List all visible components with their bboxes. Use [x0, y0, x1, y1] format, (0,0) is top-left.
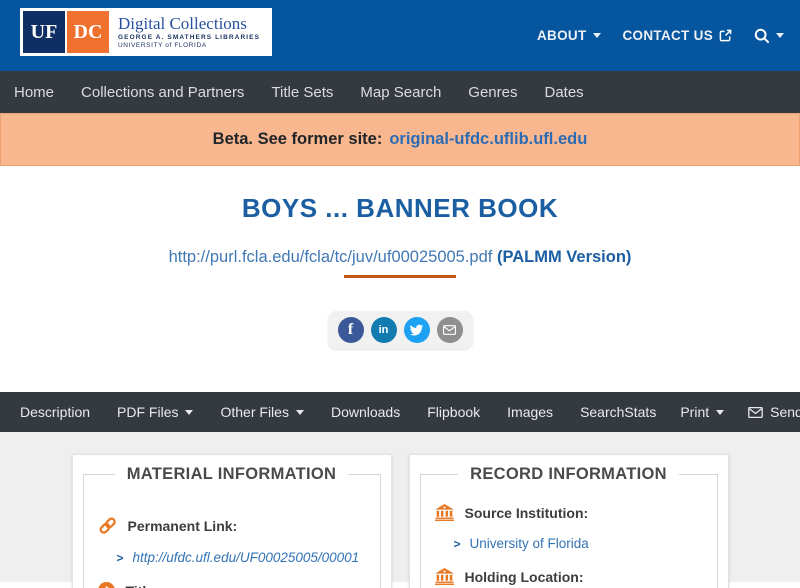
share-bar: f in	[327, 311, 473, 349]
site-header: UF DC Digital Collections GEORGE A. SMAT…	[0, 0, 800, 71]
contact-label: CONTACT US	[622, 28, 713, 43]
chevron-down-icon	[185, 409, 194, 415]
material-information-fieldset: MATERIAL INFORMATION Permanent Link: > h…	[82, 465, 381, 588]
toolbar-right-group: Stats Print Send	[624, 404, 800, 420]
facebook-icon: f	[347, 321, 354, 338]
record-information-fieldset: RECORD INFORMATION Source Institution: >…	[419, 465, 718, 588]
page-title: BOYS ... BANNER BOOK	[241, 193, 559, 223]
linkedin-icon: in	[378, 324, 389, 336]
material-information-title: MATERIAL INFORMATION	[126, 465, 337, 483]
nav-item-home[interactable]: Home	[14, 84, 54, 101]
pdf-purl-link-text: http://purl.fcla.edu/fcla/tc/juv/uf00025…	[168, 248, 493, 266]
record-information-title: RECORD INFORMATION	[470, 465, 667, 483]
holding-location-field: Holding Location:	[434, 568, 703, 585]
item-pdf-link-line: http://purl.fcla.edu/fcla/tc/juv/uf00025…	[0, 248, 800, 266]
tab-search[interactable]: Search	[580, 404, 624, 420]
tab-images[interactable]: Images	[507, 404, 553, 420]
external-link-icon	[719, 29, 732, 42]
chevron-right-bullet: >	[453, 536, 461, 551]
share-email-button[interactable]	[436, 317, 463, 343]
permanent-link-field: Permanent Link:	[98, 516, 366, 535]
source-institution-value[interactable]: University of Florida	[470, 536, 589, 551]
dc-logo-square: DC	[67, 11, 109, 53]
title-field-label: Title:	[126, 583, 159, 588]
nav-item-map-search[interactable]: Map Search	[360, 84, 441, 101]
chevron-down-icon	[776, 33, 784, 38]
nav-item-dates[interactable]: Dates	[544, 84, 583, 101]
nav-item-genres[interactable]: Genres	[468, 84, 517, 101]
arrow-circle-icon	[97, 582, 115, 588]
palmm-version-label: (PALMM Version)	[496, 248, 632, 266]
header-menu: ABOUT CONTACT US	[537, 0, 784, 71]
tab-images-label: Images	[507, 404, 554, 420]
title-underline	[344, 275, 456, 278]
tab-other-files-label: Other Files	[220, 404, 289, 420]
permanent-link-label: Permanent Link:	[127, 517, 238, 534]
print-button[interactable]: Print	[680, 404, 725, 420]
university-icon	[434, 568, 454, 585]
title-field: Title:	[97, 582, 366, 588]
send-label: Send	[770, 404, 800, 420]
email-icon	[443, 325, 456, 335]
chevron-down-icon	[716, 409, 725, 415]
info-panels-section: MATERIAL INFORMATION Permanent Link: > h…	[0, 432, 800, 588]
logo-institution: UNIVERSITY of FLORIDA	[118, 42, 207, 49]
university-icon	[434, 504, 454, 521]
tab-downloads[interactable]: Downloads	[331, 404, 400, 420]
tab-description[interactable]: Description	[20, 404, 90, 420]
beta-banner-text: Beta. See former site:	[212, 130, 383, 148]
nav-item-collections-and-partners[interactable]: Collections and Partners	[81, 84, 244, 101]
item-toolbar: Description PDF Files Other Files Downlo…	[0, 392, 800, 432]
search-menu[interactable]	[754, 28, 784, 44]
tab-search-label: Search	[580, 404, 625, 420]
nav-item-title-sets[interactable]: Title Sets	[271, 84, 333, 101]
stats-label: Stats	[624, 404, 657, 420]
tab-downloads-label: Downloads	[330, 404, 401, 420]
tab-flipbook-label: Flipbook	[427, 404, 481, 420]
stats-button[interactable]: Stats	[624, 404, 656, 420]
about-menu[interactable]: ABOUT	[537, 28, 601, 43]
tab-pdf-files-label: PDF Files	[117, 404, 179, 420]
tab-other-files[interactable]: Other Files	[220, 404, 304, 420]
chevron-down-icon	[592, 33, 601, 38]
item-heading-area: BOYS ... BANNER BOOK http://purl.fcla.ed…	[0, 195, 800, 349]
chevron-down-icon	[295, 409, 304, 415]
logo-title: Digital Collections	[118, 13, 247, 33]
source-institution-value-row: > University of Florida	[454, 536, 703, 551]
logo-subtitle: GEORGE A. SMATHERS LIBRARIES	[118, 33, 261, 41]
share-facebook-button[interactable]: f	[337, 317, 364, 343]
send-button[interactable]: Send	[748, 404, 800, 420]
twitter-icon	[409, 324, 424, 337]
beta-banner: Beta. See former site: original-ufdc.ufl…	[0, 113, 800, 166]
former-site-link[interactable]: original-ufdc.uflib.ufl.edu	[389, 130, 587, 149]
logo-text: Digital Collections GEORGE A. SMATHERS L…	[118, 15, 260, 50]
pdf-purl-link[interactable]: http://purl.fcla.edu/fcla/tc/juv/uf00025…	[169, 248, 632, 266]
contact-us-link[interactable]: CONTACT US	[623, 28, 733, 43]
link-icon	[98, 516, 117, 535]
chevron-right-bullet: >	[116, 550, 124, 565]
search-icon	[754, 28, 770, 44]
envelope-icon	[748, 406, 763, 418]
tab-flipbook[interactable]: Flipbook	[427, 404, 480, 420]
toolbar-left-group: Description PDF Files Other Files Downlo…	[20, 404, 624, 420]
tab-pdf-files[interactable]: PDF Files	[117, 404, 194, 420]
ufdc-logo[interactable]: UF DC Digital Collections GEORGE A. SMAT…	[20, 8, 273, 56]
print-label: Print	[680, 404, 710, 420]
source-institution-label: Source Institution:	[464, 504, 589, 521]
share-twitter-button[interactable]	[403, 317, 430, 343]
primary-nav: Home Collections and Partners Title Sets…	[0, 71, 800, 113]
permanent-link-value-row: > http://ufdc.ufl.edu/UF00025005/00001	[117, 550, 366, 565]
permanent-link-value[interactable]: http://ufdc.ufl.edu/UF00025005/00001	[133, 550, 360, 565]
material-information-panel: MATERIAL INFORMATION Permanent Link: > h…	[71, 454, 392, 588]
share-linkedin-button[interactable]: in	[370, 317, 397, 343]
source-institution-field: Source Institution:	[434, 504, 703, 521]
about-label: ABOUT	[537, 28, 587, 43]
uf-logo-square: UF	[23, 11, 65, 53]
tab-description-label: Description	[20, 404, 91, 420]
holding-location-label: Holding Location:	[464, 568, 584, 585]
record-information-panel: RECORD INFORMATION Source Institution: >…	[408, 454, 729, 588]
